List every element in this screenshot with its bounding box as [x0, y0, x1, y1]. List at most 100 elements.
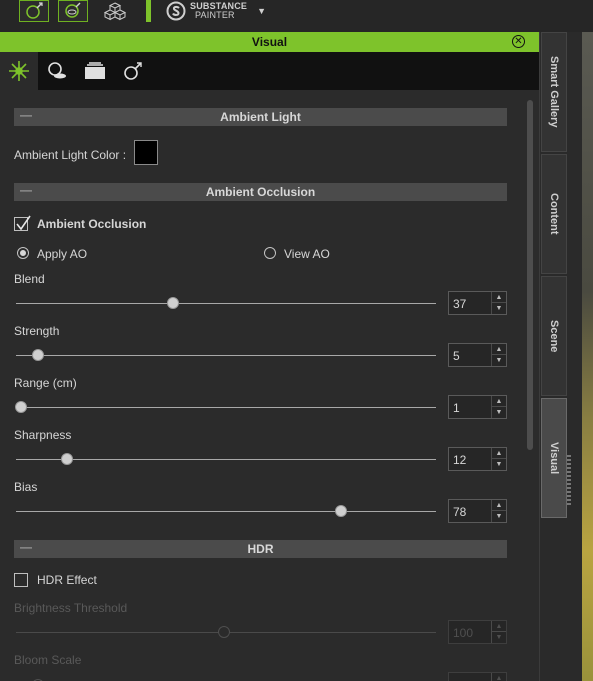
shadow-icon — [48, 62, 66, 79]
cubes-button[interactable] — [100, 0, 130, 22]
side-tab-label: Smart Gallery — [548, 56, 560, 128]
spin-down-icon[interactable]: ▼ — [492, 407, 506, 418]
ambient-light-color-label: Ambient Light Color : — [14, 148, 127, 162]
radio-view-ao[interactable] — [264, 247, 276, 259]
chevron-down-icon[interactable]: ▼ — [257, 6, 266, 16]
light-burst-icon — [9, 61, 29, 81]
tab-sphere-arrow[interactable] — [114, 52, 152, 90]
strength-slider-track[interactable] — [16, 355, 436, 356]
spin-down-icon[interactable]: ▼ — [492, 303, 506, 314]
spin-arrows: ▲▼ — [491, 396, 506, 418]
section-ambient-light[interactable]: — Ambient Light — [14, 108, 507, 126]
range-slider-track[interactable] — [16, 407, 436, 408]
cubes-icon — [103, 2, 127, 21]
spin-down-icon[interactable]: ▼ — [492, 459, 506, 470]
side-tab-visual[interactable]: Visual — [541, 398, 567, 518]
bias-label: Bias — [14, 480, 38, 494]
light-sphere-button[interactable] — [19, 0, 49, 22]
strength-slider-thumb[interactable] — [32, 349, 44, 361]
brightness-threshold-value[interactable]: 100 — [453, 626, 473, 640]
spin-up-icon[interactable]: ▲ — [492, 621, 506, 632]
spin-up-icon[interactable]: ▲ — [492, 396, 506, 407]
spin-arrows: ▲▼ — [491, 344, 506, 366]
blend-value[interactable]: 37 — [453, 297, 466, 311]
spin-arrows: ▲▼ — [491, 292, 506, 314]
panel-tabs — [0, 52, 539, 90]
spin-up-icon[interactable]: ▲ — [492, 448, 506, 459]
spin-down-icon[interactable]: ▼ — [492, 355, 506, 366]
substance-logo-icon — [166, 1, 186, 21]
blend-label: Blend — [14, 272, 45, 286]
spin-down-icon[interactable]: ▼ — [492, 632, 506, 643]
blend-spinbox[interactable]: 37 ▲ ▼ — [448, 291, 507, 315]
layers-icon — [85, 62, 105, 79]
bloom-scale-label: Bloom Scale — [14, 653, 82, 667]
side-tab-scene[interactable]: Scene — [541, 276, 567, 396]
spin-arrows: ▲▼ — [491, 621, 506, 643]
substance-line2: PAINTER — [195, 10, 235, 20]
section-title: Ambient Occlusion — [205, 185, 316, 199]
collapse-icon[interactable]: — — [20, 540, 32, 554]
tab-shadow[interactable] — [38, 52, 76, 90]
close-icon[interactable]: ✕ — [512, 35, 525, 48]
radio-dot — [20, 250, 26, 256]
ambient-occlusion-label: Ambient Occlusion — [37, 217, 147, 231]
brightness-threshold-spinbox[interactable]: 100 ▲ ▼ — [448, 620, 507, 644]
spin-arrows: ▲▼ — [491, 673, 506, 681]
side-tab-content[interactable]: Content — [541, 154, 567, 274]
panel-title: Visual — [251, 35, 288, 49]
side-tab-label: Visual — [548, 441, 560, 475]
eye-sphere-button[interactable] — [58, 0, 88, 22]
section-ambient-occlusion[interactable]: — Ambient Occlusion — [14, 183, 507, 201]
bias-slider-track[interactable] — [16, 511, 436, 512]
radio-view-ao-label: View AO — [284, 247, 330, 261]
scrollbar-thumb[interactable] — [527, 100, 533, 450]
collapse-icon[interactable]: — — [20, 183, 32, 197]
sphere-light-icon — [26, 2, 43, 19]
sharpness-slider-thumb[interactable] — [61, 453, 73, 465]
spin-up-icon[interactable]: ▲ — [492, 344, 506, 355]
range-slider-thumb[interactable] — [15, 401, 27, 413]
radio-apply-ao-label: Apply AO — [37, 247, 88, 261]
range-label: Range (cm) — [14, 376, 77, 390]
strength-label: Strength — [14, 324, 60, 338]
bias-spinbox[interactable]: 78 ▲ ▼ — [448, 499, 507, 523]
sharpness-value[interactable]: 12 — [453, 453, 466, 467]
bloom-scale-spinbox[interactable]: ▲▼ — [448, 672, 507, 681]
sphere-eye-icon — [65, 2, 81, 18]
spin-up-icon[interactable]: ▲ — [492, 500, 506, 511]
tab-light[interactable] — [0, 52, 38, 90]
ambient-occlusion-checkbox[interactable] — [14, 215, 31, 231]
spin-arrows: ▲▼ — [491, 500, 506, 522]
spin-down-icon[interactable]: ▼ — [492, 511, 506, 522]
side-tab-smart-gallery[interactable]: Smart Gallery — [541, 32, 567, 152]
collapse-icon[interactable]: — — [20, 108, 32, 122]
strength-value[interactable]: 5 — [453, 349, 460, 363]
panel-content: — Ambient Light Ambient Light Color : — … — [0, 90, 540, 681]
range-spinbox[interactable]: 1 ▲ ▼ — [448, 395, 507, 419]
side-tab-label: Scene — [548, 319, 560, 353]
substance-painter-button[interactable]: SUBSTANCE PAINTER ▼ — [166, 0, 266, 22]
brightness-threshold-label: Brightness Threshold — [14, 601, 128, 615]
range-value[interactable]: 1 — [453, 401, 460, 415]
sharpness-slider-track[interactable] — [16, 459, 436, 460]
radio-apply-ao[interactable] — [17, 247, 29, 259]
spin-up-icon[interactable]: ▲ — [492, 292, 506, 303]
ambient-light-color-swatch[interactable] — [134, 140, 158, 165]
bias-value[interactable]: 78 — [453, 505, 466, 519]
section-hdr[interactable]: — HDR — [14, 540, 507, 558]
hdr-effect-checkbox[interactable] — [14, 573, 28, 587]
app-root: SUBSTANCE PAINTER ▼ Smart Gallery Conten… — [0, 0, 593, 681]
toolbar-separator — [146, 0, 151, 22]
blend-slider-track[interactable] — [16, 303, 436, 304]
resize-grip[interactable] — [567, 455, 571, 505]
sharpness-spinbox[interactable]: 12 ▲ ▼ — [448, 447, 507, 471]
sharpness-label: Sharpness — [14, 428, 72, 442]
strength-spinbox[interactable]: 5 ▲ ▼ — [448, 343, 507, 367]
panel-scrollbar[interactable] — [527, 100, 533, 680]
blend-slider-thumb[interactable] — [167, 297, 179, 309]
spin-up-icon[interactable]: ▲ — [492, 673, 506, 681]
brightness-threshold-slider-thumb[interactable] — [218, 626, 230, 638]
tab-layers[interactable] — [76, 52, 114, 90]
bias-slider-thumb[interactable] — [335, 505, 347, 517]
